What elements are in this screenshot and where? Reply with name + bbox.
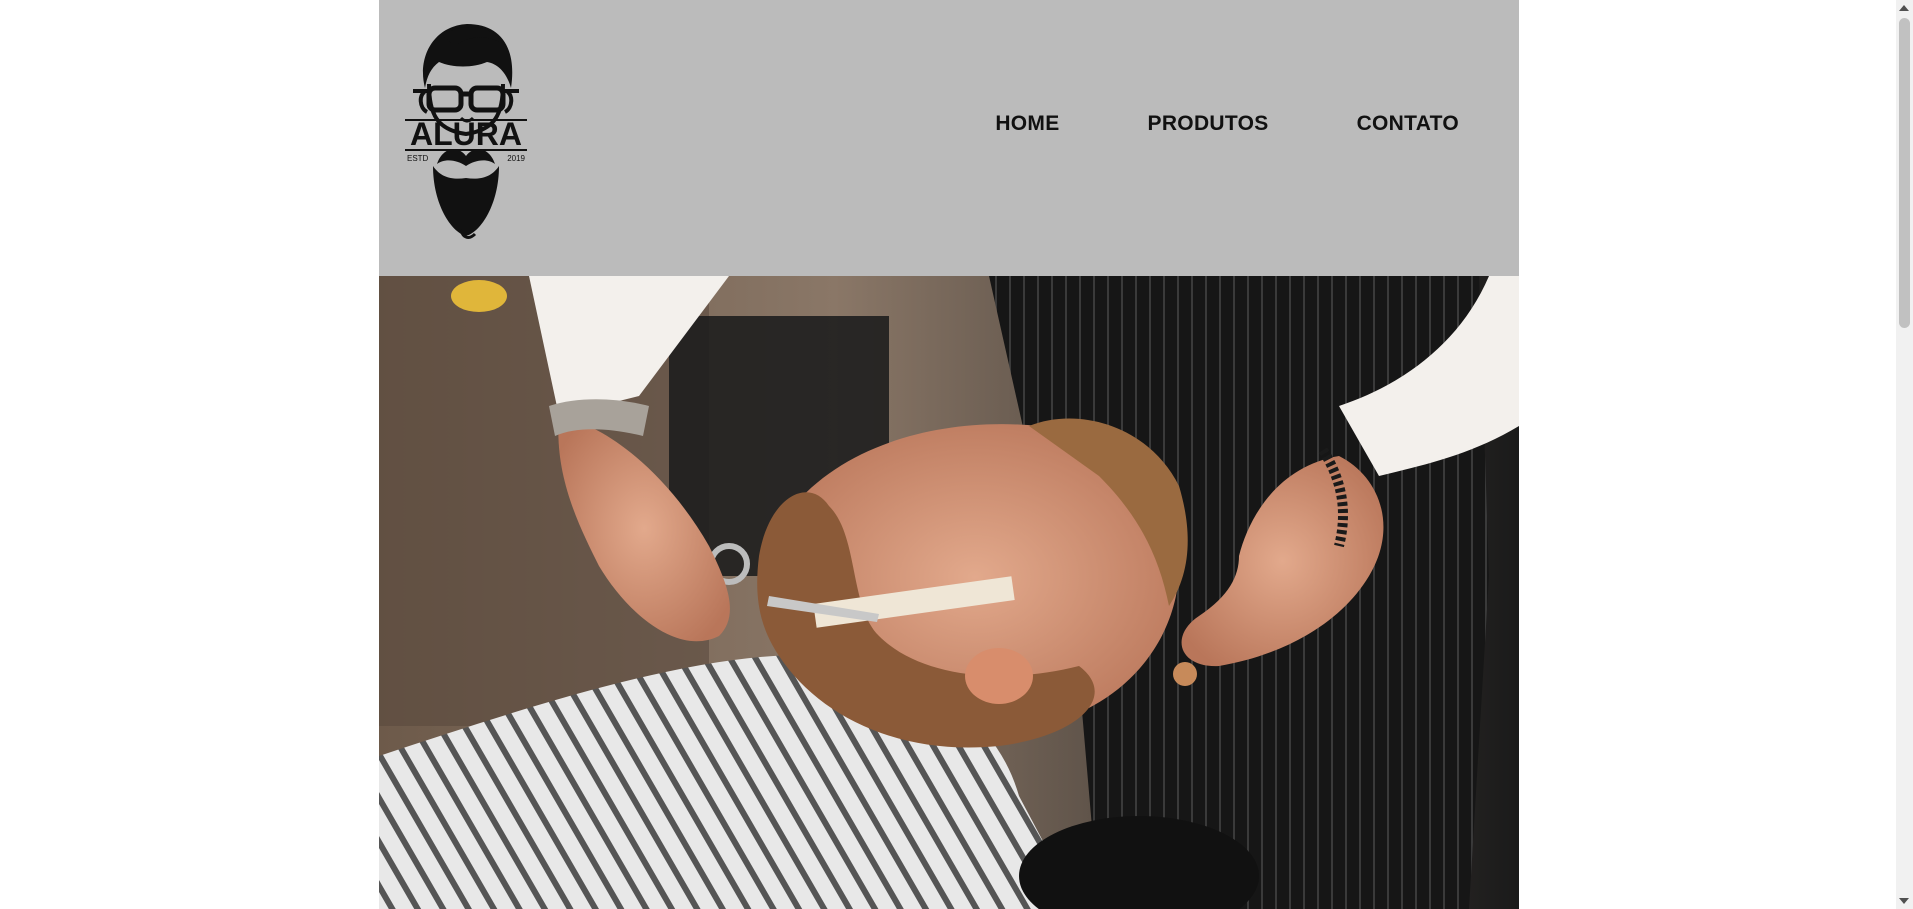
nav-item-contato: CONTATO (1357, 112, 1459, 136)
nav-link-home[interactable]: HOME (995, 112, 1059, 136)
barber-photo-icon (379, 276, 1519, 909)
page-scrollbar[interactable] (1896, 0, 1913, 909)
scroll-thumb[interactable] (1899, 18, 1910, 328)
nav-item-home: HOME (995, 112, 1059, 136)
main-nav: HOME PRODUTOS CONTATO (995, 112, 1459, 136)
scroll-up-icon[interactable] (1899, 5, 1909, 11)
brand-wordmark: ALURA (410, 116, 522, 152)
site-header: ALURA ESTD 2019 HOME PRODUTOS CONTATO (379, 0, 1519, 276)
bearded-man-icon: ALURA ESTD 2019 (405, 24, 527, 239)
nav-item-produtos: PRODUTOS (1148, 112, 1269, 136)
hero-image (379, 276, 1519, 909)
nav-link-produtos[interactable]: PRODUTOS (1148, 112, 1269, 136)
brand-year-label: 2019 (507, 154, 525, 163)
scroll-down-icon[interactable] (1899, 898, 1909, 904)
page-container: ALURA ESTD 2019 HOME PRODUTOS CONTATO (379, 0, 1519, 909)
brand-logo[interactable]: ALURA ESTD 2019 (403, 18, 529, 240)
nav-link-contato[interactable]: CONTATO (1357, 112, 1459, 136)
brand-est-label: ESTD (407, 154, 429, 163)
